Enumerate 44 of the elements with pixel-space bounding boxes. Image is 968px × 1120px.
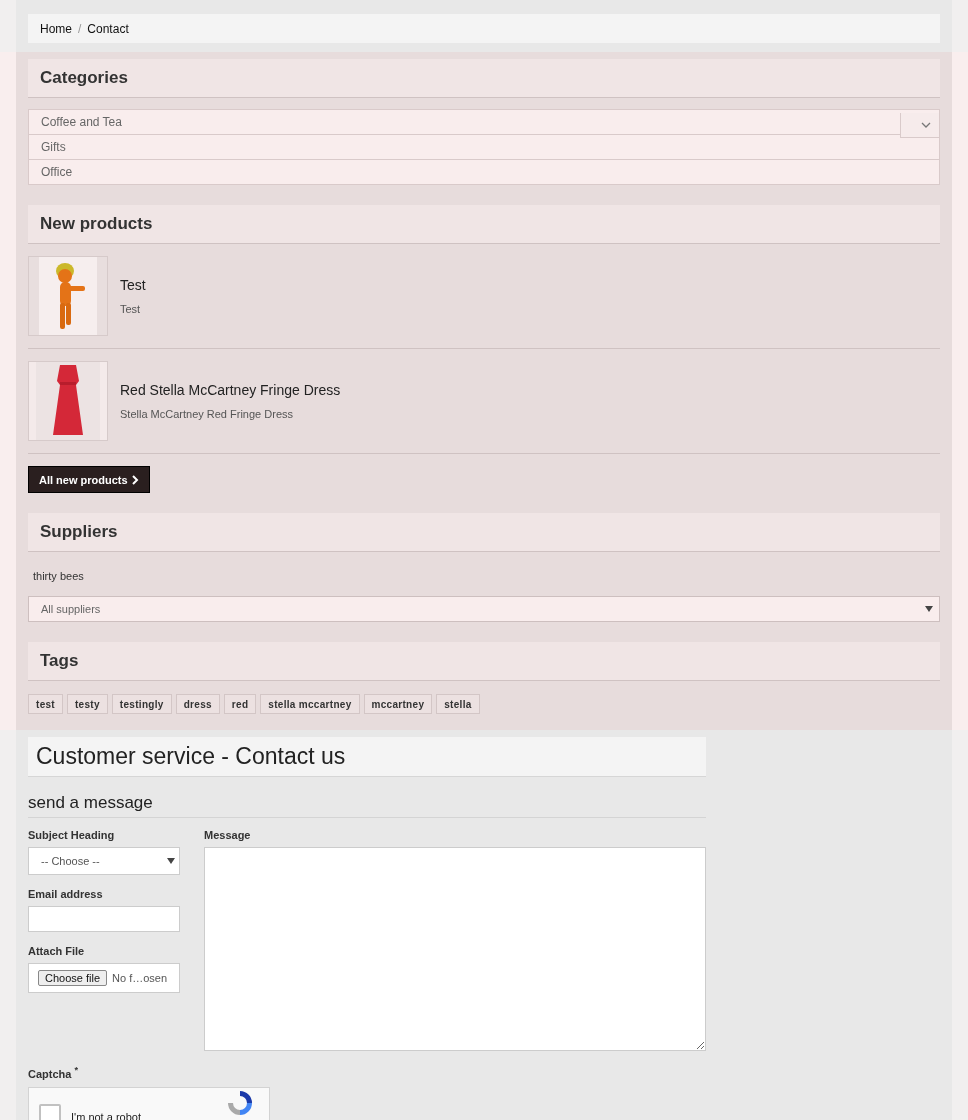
form-heading: send a message — [28, 793, 706, 818]
message-field[interactable] — [204, 847, 706, 1051]
field-label: Message — [204, 829, 251, 841]
supplier-select[interactable]: All suppliers — [28, 596, 940, 622]
section-header: Categories — [28, 59, 940, 98]
tag-link[interactable]: test — [28, 694, 63, 714]
product-name[interactable]: Red Stella McCartney Fringe Dress — [120, 382, 341, 398]
tag-link[interactable]: testingly — [111, 694, 172, 714]
category-item[interactable]: Gifts — [28, 134, 940, 160]
file-field[interactable]: Choose file No f…osen — [28, 963, 180, 993]
breadcrumb-separator: / — [78, 21, 82, 36]
field-label: Email address — [28, 888, 103, 900]
email-field[interactable] — [28, 906, 180, 932]
breadcrumb-link[interactable]: Home — [40, 21, 72, 36]
product-description: Stella McCartney Red Fringe Dress — [120, 408, 294, 420]
captcha-text: I'm not a robot — [71, 1110, 141, 1120]
field-label: Attach File — [28, 945, 85, 957]
tag-link[interactable]: red — [223, 694, 257, 714]
tag-link[interactable]: stella mccartney — [260, 694, 360, 714]
choose-file-button[interactable]: Choose file — [38, 970, 108, 986]
dropdown-arrow-icon — [925, 606, 933, 612]
section-header: Tags — [28, 642, 940, 681]
field-label: Subject Heading — [28, 829, 115, 841]
subject-select[interactable]: -- Choose -- — [28, 847, 180, 875]
tag-link[interactable]: testy — [67, 694, 108, 714]
dropdown-arrow-icon — [167, 858, 175, 864]
page-title: Customer service - Contact us — [28, 737, 706, 777]
product-name[interactable]: Test — [120, 277, 146, 293]
chevron-right-icon — [131, 474, 139, 485]
breadcrumb-link[interactable]: Contact — [87, 21, 129, 36]
field-label: Captcha $^{*}$ — [28, 1067, 79, 1080]
tag-link[interactable]: dress — [175, 694, 220, 714]
all-products-button[interactable]: All new products — [28, 466, 150, 493]
tag-link[interactable]: stella — [436, 694, 480, 714]
section-header: New products — [28, 205, 940, 244]
captcha-checkbox[interactable] — [39, 1103, 61, 1120]
tag-link[interactable]: mccartney — [363, 694, 433, 714]
category-item[interactable]: Coffee and Tea — [28, 109, 940, 135]
file-status: No f…osen — [112, 972, 168, 984]
product-description: Test — [120, 303, 142, 315]
supplier-link[interactable]: thirty bees — [33, 570, 84, 582]
section-header: Suppliers — [28, 513, 940, 552]
category-item[interactable]: Office — [28, 159, 940, 185]
chevron-down-icon[interactable] — [900, 112, 939, 138]
